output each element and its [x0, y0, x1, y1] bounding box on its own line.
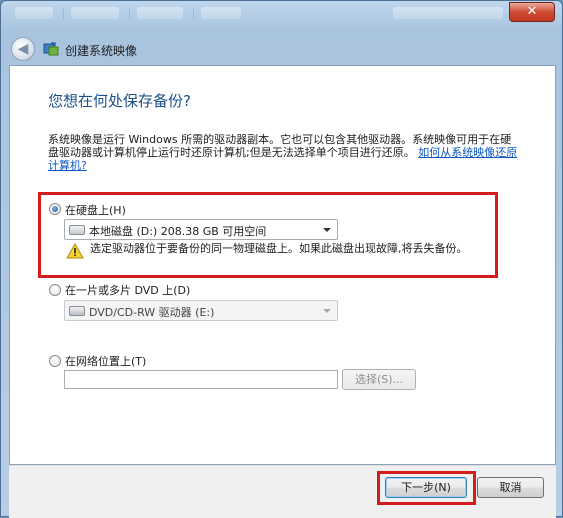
network-label[interactable]: 在网络位置上(T) — [65, 353, 146, 369]
dvd-drive-value: DVD/CD-RW 驱动器 (E:) — [89, 306, 215, 319]
cancel-button[interactable]: 取消 — [477, 477, 544, 498]
page-description: 系统映像是运行 Windows 所需的驱动器副本。它也可以包含其他驱动器。系统映… — [48, 133, 518, 172]
network-path-input[interactable] — [64, 370, 338, 389]
hard-disk-drive-value: 本地磁盘 (D:) 208.38 GB 可用空间 — [89, 225, 267, 238]
chevron-down-icon — [323, 228, 331, 232]
dvd-radio[interactable] — [49, 284, 61, 296]
hard-disk-label[interactable]: 在硬盘上(H) — [65, 202, 126, 218]
blurred-path-segment — [71, 7, 119, 19]
blurred-path-segment — [15, 7, 53, 19]
blurred-search-box — [393, 7, 503, 19]
path-separator — [129, 9, 130, 19]
select-network-location-button[interactable]: 选择(S)... — [342, 369, 416, 390]
wizard-footer: 下一步(N) 取消 — [9, 465, 556, 518]
chevron-down-icon — [323, 309, 331, 313]
same-disk-warning: 选定驱动器位于要备份的同一物理磁盘上。如果此磁盘出现故障,将丢失备份。 — [90, 242, 468, 255]
title-bar: ✕ — [1, 1, 562, 27]
dvd-drive-icon — [69, 306, 85, 316]
network-radio[interactable] — [49, 355, 61, 367]
back-arrow-icon[interactable]: ◀ — [11, 37, 35, 61]
blurred-path-segment — [201, 7, 241, 19]
hard-drive-icon — [69, 225, 85, 235]
warning-icon — [66, 243, 84, 259]
path-separator — [193, 9, 194, 19]
next-button[interactable]: 下一步(N) — [385, 477, 467, 498]
wizard-content-panel: 您想在何处保存备份? 系统映像是运行 Windows 所需的驱动器副本。它也可以… — [9, 65, 556, 465]
hard-disk-drive-select[interactable]: 本地磁盘 (D:) 208.38 GB 可用空间 — [64, 219, 338, 240]
close-button[interactable]: ✕ — [509, 2, 555, 22]
path-separator — [63, 9, 64, 19]
page-title: 您想在何处保存备份? — [48, 92, 191, 110]
window-title: 创建系统映像 — [65, 44, 138, 58]
dvd-label[interactable]: 在一片或多片 DVD 上(D) — [65, 282, 190, 298]
backup-app-icon — [43, 42, 59, 56]
blurred-path-segment — [137, 7, 183, 19]
dialog-window: ✕ ◀ 创建系统映像 您想在何处保存备份? 系统映像是运行 Windows 所需… — [0, 0, 563, 518]
hard-disk-radio[interactable] — [49, 203, 61, 215]
dvd-drive-select[interactable]: DVD/CD-RW 驱动器 (E:) — [64, 300, 338, 321]
navigation-row: ◀ 创建系统映像 — [9, 35, 549, 61]
